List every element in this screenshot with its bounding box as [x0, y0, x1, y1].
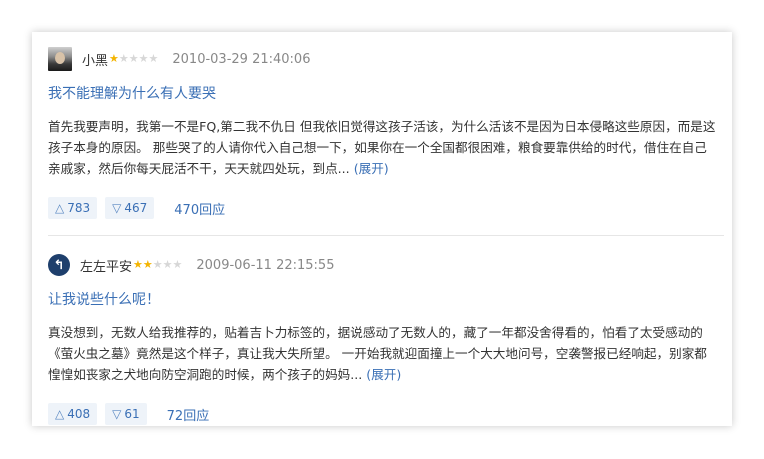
- star-icon: ★: [152, 258, 163, 271]
- upvote-button[interactable]: △ 408: [48, 403, 98, 425]
- expand-link[interactable]: (展开): [366, 367, 401, 382]
- star-icon: ★: [128, 52, 139, 65]
- downvote-count: 61: [124, 407, 140, 421]
- downvote-count: 467: [124, 201, 148, 215]
- upvote-button[interactable]: △ 783: [48, 197, 98, 219]
- upvote-count: 783: [67, 201, 91, 215]
- divider: [48, 235, 724, 236]
- review-body: 真没想到，无数人给我推荐的，贴着吉卜力标签的，据说感动了无数人的，藏了一年都没舍…: [48, 322, 718, 385]
- star-icon: ★: [109, 52, 119, 65]
- author-name[interactable]: 左左平安: [80, 256, 132, 275]
- star-icon: ★: [162, 258, 173, 271]
- review-actions: △ 408 ▽ 61 72回应: [48, 403, 724, 425]
- review-card: 小黑 ★ ★ ★ ★ ★ 2010-03-29 21:40:06 我不能理解为什么有人要…: [32, 32, 732, 426]
- star-icon: ★: [133, 258, 143, 271]
- avatar[interactable]: ↰: [48, 254, 70, 276]
- review-header: ↰ 左左平安 ★ ★ ★ ★ ★ 2009-06-11 22:15:55: [48, 252, 724, 278]
- review-date: 2009-06-11 22:15:55: [196, 257, 335, 273]
- author-name[interactable]: 小黑: [82, 50, 108, 69]
- downvote-button[interactable]: ▽ 61: [105, 403, 147, 425]
- star-icon: ★: [142, 258, 153, 271]
- triangle-down-icon: ▽: [112, 201, 122, 215]
- review-item: ↰ 左左平安 ★ ★ ★ ★ ★ 2009-06-11 22:15:55 让我说些什么呢…: [48, 252, 724, 425]
- replies-link[interactable]: 470回应: [174, 199, 225, 218]
- triangle-down-icon: ▽: [112, 407, 122, 421]
- downvote-button[interactable]: ▽ 467: [105, 197, 155, 219]
- star-icon: ★: [172, 258, 183, 271]
- upvote-count: 408: [67, 407, 91, 421]
- review-actions: △ 783 ▽ 467 470回应: [48, 197, 724, 219]
- star-icon: ★: [118, 52, 129, 65]
- review-body: 首先我要声明，我第一不是FQ,第二我不仇日 但我依旧觉得这孩子活该，为什么活该不…: [48, 116, 718, 179]
- rating-stars: ★ ★ ★ ★ ★: [133, 259, 182, 271]
- review-title[interactable]: 我不能理解为什么有人要哭: [48, 84, 724, 104]
- expand-link[interactable]: (展开): [354, 161, 389, 176]
- replies-link[interactable]: 72回应: [167, 405, 210, 424]
- triangle-up-icon: △: [55, 201, 65, 215]
- star-icon: ★: [148, 52, 159, 65]
- avatar[interactable]: [48, 47, 72, 71]
- triangle-up-icon: △: [55, 407, 65, 421]
- review-header: 小黑 ★ ★ ★ ★ ★ 2010-03-29 21:40:06: [48, 46, 724, 72]
- star-icon: ★: [138, 52, 149, 65]
- rating-stars: ★ ★ ★ ★ ★: [109, 53, 158, 65]
- review-item: 小黑 ★ ★ ★ ★ ★ 2010-03-29 21:40:06 我不能理解为什么有人要…: [48, 46, 724, 219]
- review-date: 2010-03-29 21:40:06: [172, 51, 311, 67]
- review-title[interactable]: 让我说些什么呢！: [48, 290, 724, 310]
